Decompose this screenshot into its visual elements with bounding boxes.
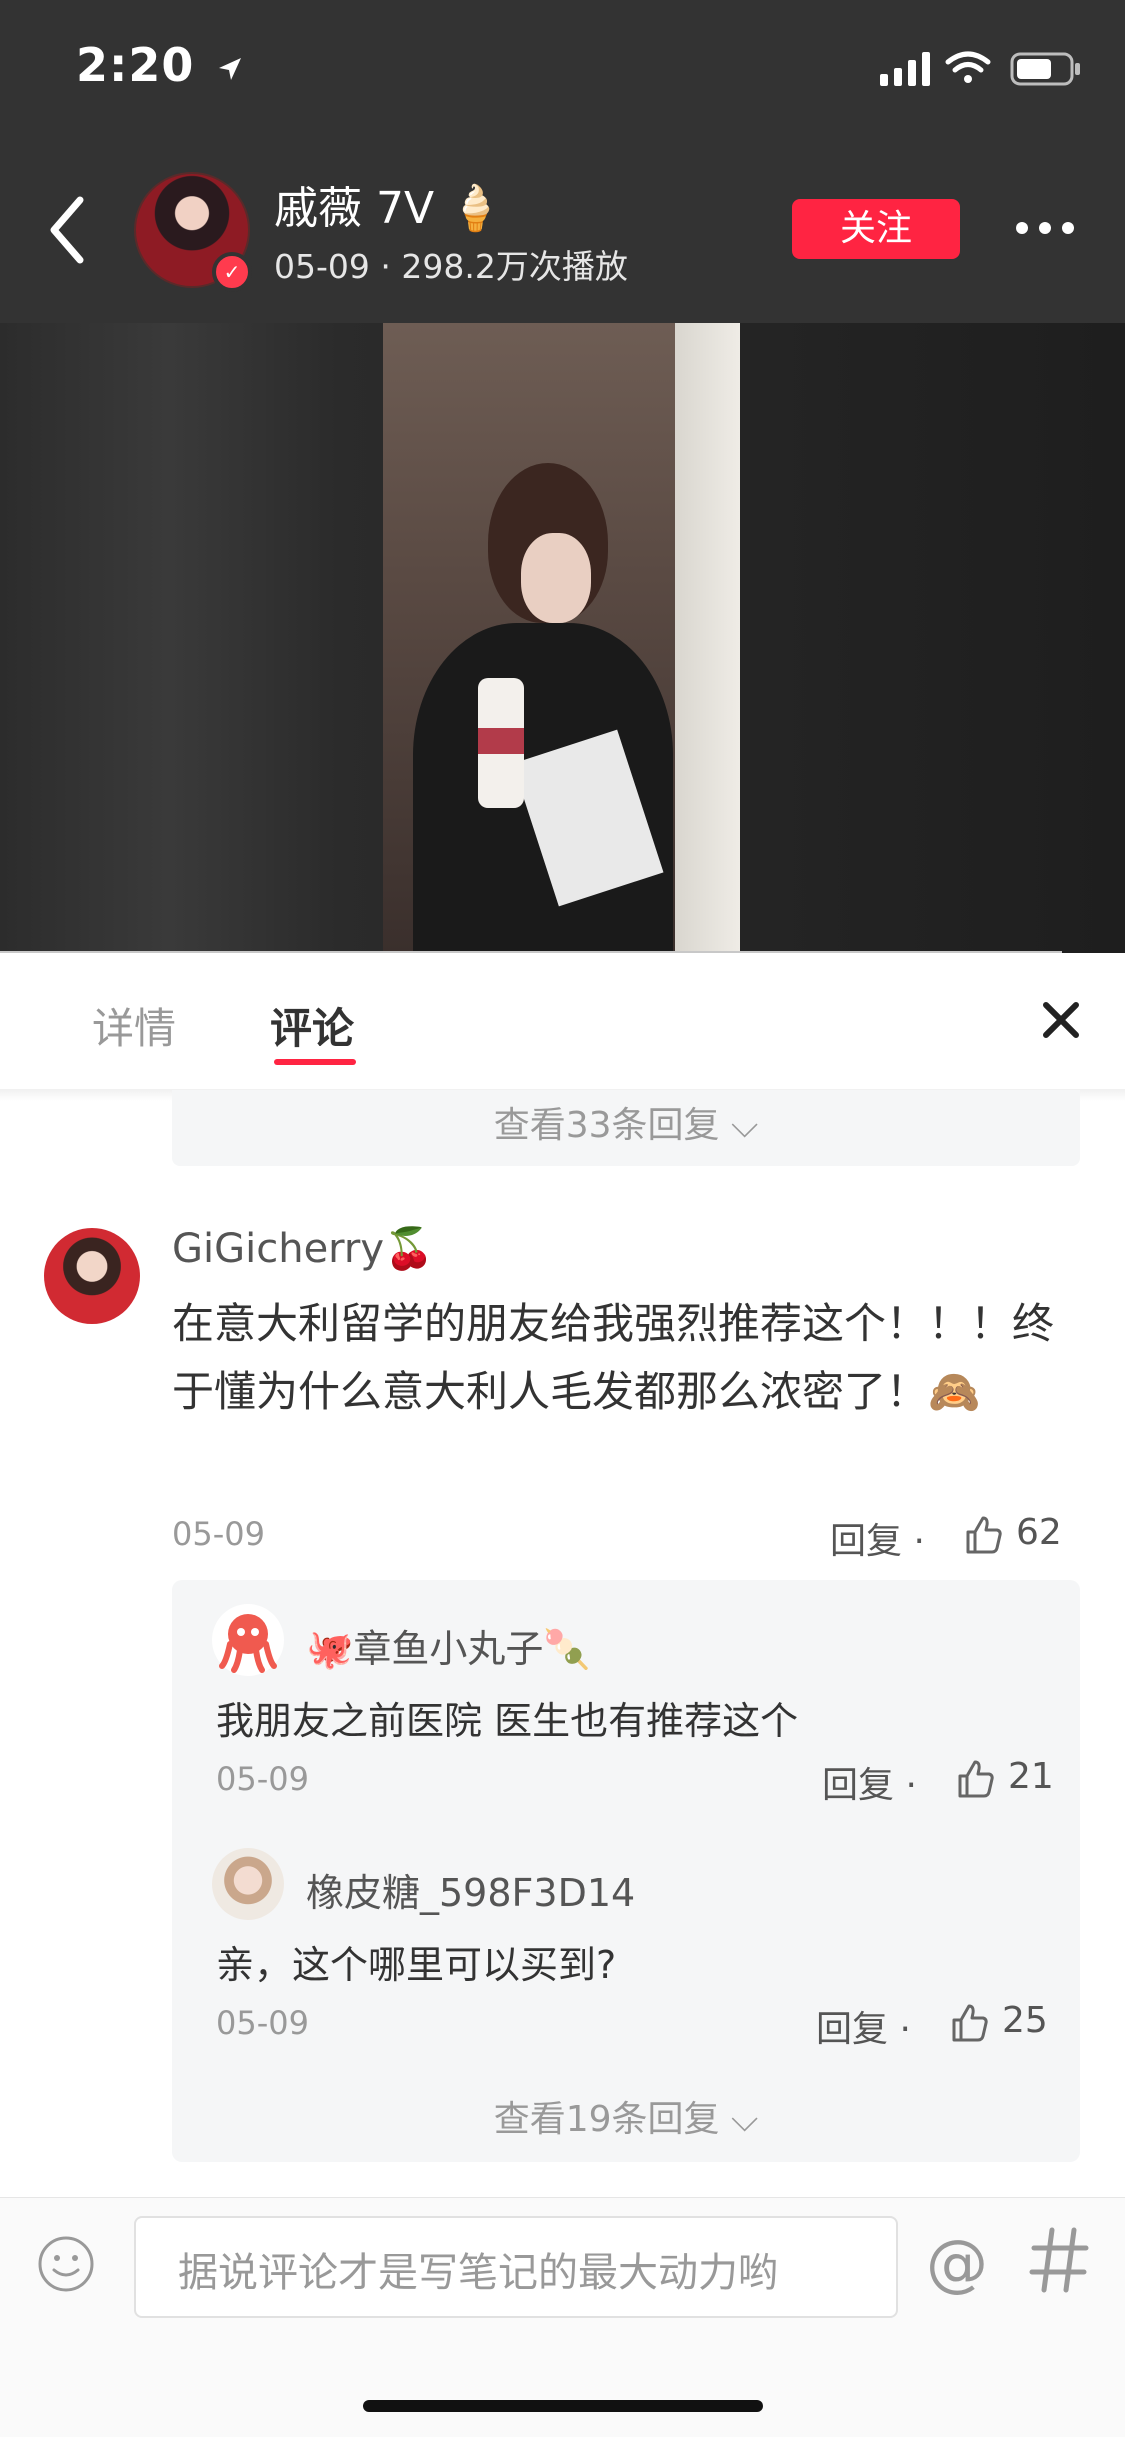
battery-icon [1010,52,1080,86]
octopus-icon [219,1614,277,1673]
emoji-icon[interactable] [36,2234,96,2294]
more-icon[interactable] [1010,208,1080,248]
comment-username[interactable]: GiGicherry🍒 [172,1225,434,1272]
back-icon[interactable] [40,190,100,270]
like-icon[interactable] [948,2002,990,2044]
comment-date: 05-09 [172,1515,265,1553]
nested-replies: 🐙章鱼小丸子🍡 我朋友之前医院 医生也有推荐这个 05-09 回复 · 21 橡… [172,1580,1080,2162]
close-icon[interactable] [1036,995,1086,1045]
tab-comment[interactable]: 评论 [270,995,354,1056]
reply-reply-button[interactable]: 回复 · [816,2000,911,2052]
reply-avatar[interactable] [212,1848,284,1920]
top-header: 2:20 ✓ 戚薇 7V 🍦 05-09 · 298.2万次播放 关注 [0,0,1125,323]
tab-detail[interactable]: 详情 [92,995,176,1056]
reply-username[interactable]: 橡皮糖_598F3D14 [306,1862,635,1917]
location-arrow-icon [219,57,242,80]
reply-like-count: 21 [1008,1756,1054,1797]
comment-input-placeholder: 据说评论才是写笔记的最大动力哟 [178,2250,778,2296]
dango-emoji: 🍡 [543,1627,591,1671]
comment-text: 在意大利留学的朋友给我强烈推荐这个！！！终于懂为什么意大利人毛发都那么浓密了！🙈 [172,1299,1055,1416]
at-icon[interactable]: @ [926,2226,988,2299]
home-indicator [363,2400,763,2412]
comment-avatar[interactable] [44,1228,140,1324]
post-meta: 05-09 · 298.2万次播放 [274,247,628,286]
signal-icon [880,52,930,86]
comment-input[interactable]: 据说评论才是写笔记的最大动力哟 [134,2216,898,2318]
video-face [521,533,591,623]
status-icons [880,51,1080,86]
video-progress-bar[interactable] [0,951,1062,953]
like-icon[interactable] [962,1514,1004,1556]
video-bottle-label [478,728,524,754]
active-tab-indicator [274,1059,356,1065]
reply-username[interactable]: 🐙章鱼小丸子🍡 [306,1618,591,1673]
comment-composer-bar: 据说评论才是写笔记的最大动力哟 @ [0,2197,1125,2437]
tab-bar: 详情 评论 [0,955,1125,1090]
reply-date: 05-09 [216,2004,309,2042]
follow-button[interactable]: 关注 [792,199,960,259]
reply-like-count: 25 [1002,2000,1048,2041]
reply-text: 亲，这个哪里可以买到? [216,1943,617,1987]
video-player[interactable] [0,323,1125,953]
video-frame [383,323,740,953]
cherry-emoji: 🍒 [384,1226,434,1272]
comment-like-count: 62 [1016,1512,1062,1553]
hashtag-icon[interactable] [1028,2224,1090,2296]
verified-icon: ✓ [212,252,252,292]
status-time: 2:20 [76,38,245,92]
comment-reply-button[interactable]: 回复 · [830,1512,925,1564]
reply-text: 我朋友之前医院 医生也有推荐这个 [216,1699,799,1743]
view-more-replies-link[interactable]: 查看33条回复 ⌵ [172,1090,1080,1148]
video-wall-tile [675,323,740,953]
previous-replies-box: 查看33条回复 ⌵ [172,1090,1080,1166]
reply-reply-button[interactable]: 回复 · [822,1756,917,1808]
reply-date: 05-09 [216,1760,309,1798]
wifi-icon [945,51,991,83]
ice-cream-emoji: 🍦 [448,183,503,234]
author-name[interactable]: 戚薇 7V 🍦 [274,172,503,236]
reply-avatar[interactable] [212,1604,284,1676]
comment-inline-emoji: 🙈 [928,1367,981,1416]
like-icon[interactable] [954,1758,996,1800]
view-more-replies-link[interactable]: 查看19条回复 ⌵ [172,2090,1080,2142]
